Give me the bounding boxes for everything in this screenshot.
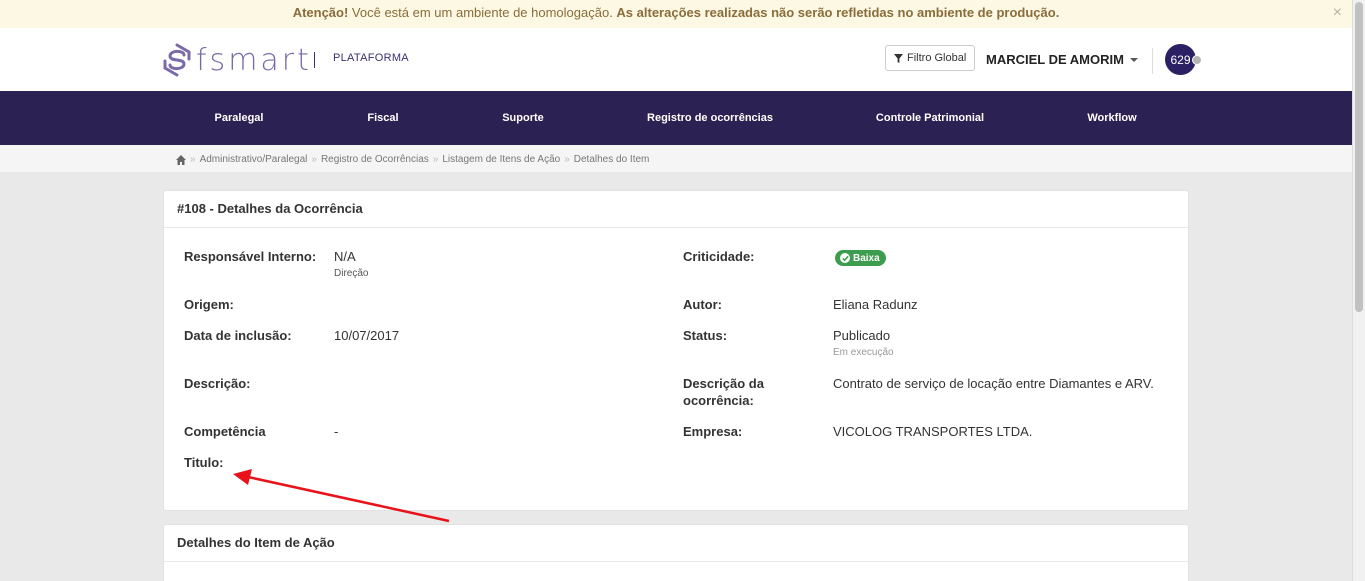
competencia-value: -: [334, 424, 339, 439]
descricao-ocorrencia-label-1: Descrição da: [683, 376, 764, 391]
logo-divider: [314, 52, 315, 68]
competencia-label: Competência: [184, 424, 266, 439]
filter-icon: [894, 53, 903, 63]
status-dot-icon: [1192, 55, 1202, 65]
breadcrumb-item[interactable]: Registro de Ocorrências: [321, 154, 429, 165]
action-item-panel-title: Detalhes do Item de Ação: [164, 525, 1188, 562]
data-inclusao-label: Data de inclusão:: [184, 328, 292, 343]
autor-value: Eliana Radunz: [833, 297, 918, 312]
breadcrumb: » Administrativo/Paralegal » Registro de…: [176, 154, 649, 165]
criticidade-value: Baixa: [853, 252, 880, 264]
home-icon[interactable]: [176, 154, 186, 165]
action-item-panel: Detalhes do Item de Ação: [163, 524, 1189, 581]
responsavel-label: Responsável Interno:: [184, 249, 317, 264]
status-sub: Em execução: [833, 347, 894, 358]
user-divider: [1152, 48, 1153, 74]
status-label: Status:: [683, 328, 728, 343]
homologation-alert: Atenção! Você está em um ambiente de hom…: [0, 0, 1352, 28]
alert-strong-2: As alterações realizadas não serão refle…: [616, 5, 1060, 20]
status-value: Publicado: [833, 328, 891, 343]
nav-item-paralegal[interactable]: Paralegal: [215, 91, 264, 145]
breadcrumb-item[interactable]: Administrativo/Paralegal: [200, 154, 308, 165]
responsavel-value: N/A: [334, 249, 356, 264]
main-navbar: Paralegal Fiscal Suporte Registro de oco…: [0, 91, 1352, 145]
nav-item-suporte[interactable]: Suporte: [502, 91, 544, 145]
user-name: MARCIEL DE AMORIM: [986, 52, 1124, 67]
logo-icon: [163, 43, 191, 77]
global-filter-button[interactable]: Filtro Global: [885, 45, 976, 71]
criticidade-badge: Baixa: [835, 250, 886, 266]
scrollbar-thumb[interactable]: [1355, 2, 1363, 312]
breadcrumb-bar: » Administrativo/Paralegal » Registro de…: [0, 145, 1352, 172]
global-filter-label: Filtro Global: [907, 52, 967, 64]
nav-item-fiscal[interactable]: Fiscal: [367, 91, 398, 145]
page-scrollbar[interactable]: [1352, 0, 1365, 581]
responsavel-sub: Direção: [334, 268, 369, 279]
logo-text: fsmart: [196, 42, 312, 78]
breadcrumb-item-current: Detalhes do Item: [573, 154, 650, 165]
empresa-label: Empresa:: [683, 424, 743, 439]
breadcrumb-separator: »: [311, 154, 317, 165]
close-icon[interactable]: ×: [1333, 0, 1342, 26]
platform-label: PLATAFORMA: [333, 52, 409, 64]
nav-item-controle-patrimonial[interactable]: Controle Patrimonial: [876, 91, 984, 145]
occurrence-details-panel: #108 - Detalhes da Ocorrência Responsáve…: [163, 190, 1189, 511]
top-header: fsmart PLATAFORMA Filtro Global MARCIEL …: [0, 28, 1352, 91]
descricao-ocorrencia-value: Contrato de serviço de locação entre Dia…: [833, 376, 1154, 391]
data-inclusao-value: 10/07/2017: [334, 328, 400, 343]
empresa-value: VICOLOG TRANSPORTES LTDA.: [833, 424, 1033, 439]
check-circle-icon: [840, 253, 850, 263]
criticidade-label: Criticidade:: [683, 249, 755, 264]
panel-title: #108 - Detalhes da Ocorrência: [164, 191, 1188, 228]
descricao-ocorrencia-label-2: ocorrência:: [683, 393, 754, 408]
logo[interactable]: fsmart: [162, 42, 312, 78]
titulo-label: Titulo:: [184, 455, 224, 470]
breadcrumb-separator: »: [190, 154, 196, 165]
caret-down-icon: [1129, 57, 1138, 62]
breadcrumb-separator: »: [432, 154, 439, 165]
breadcrumb-item[interactable]: Listagem de Itens de Ação: [442, 154, 560, 165]
origem-label: Origem:: [184, 297, 234, 312]
alert-strong: Atenção!: [292, 5, 349, 20]
alert-text: Você está em um ambiente de homologação.: [348, 5, 617, 20]
notification-count: 629: [1170, 52, 1191, 67]
autor-label: Autor:: [683, 297, 722, 312]
breadcrumb-separator: »: [564, 154, 570, 165]
nav-item-workflow[interactable]: Workflow: [1087, 91, 1136, 145]
nav-item-registro-ocorrencias[interactable]: Registro de ocorrências: [647, 91, 773, 145]
user-menu[interactable]: MARCIEL DE AMORIM: [986, 52, 1138, 67]
descricao-label: Descrição:: [184, 376, 251, 391]
